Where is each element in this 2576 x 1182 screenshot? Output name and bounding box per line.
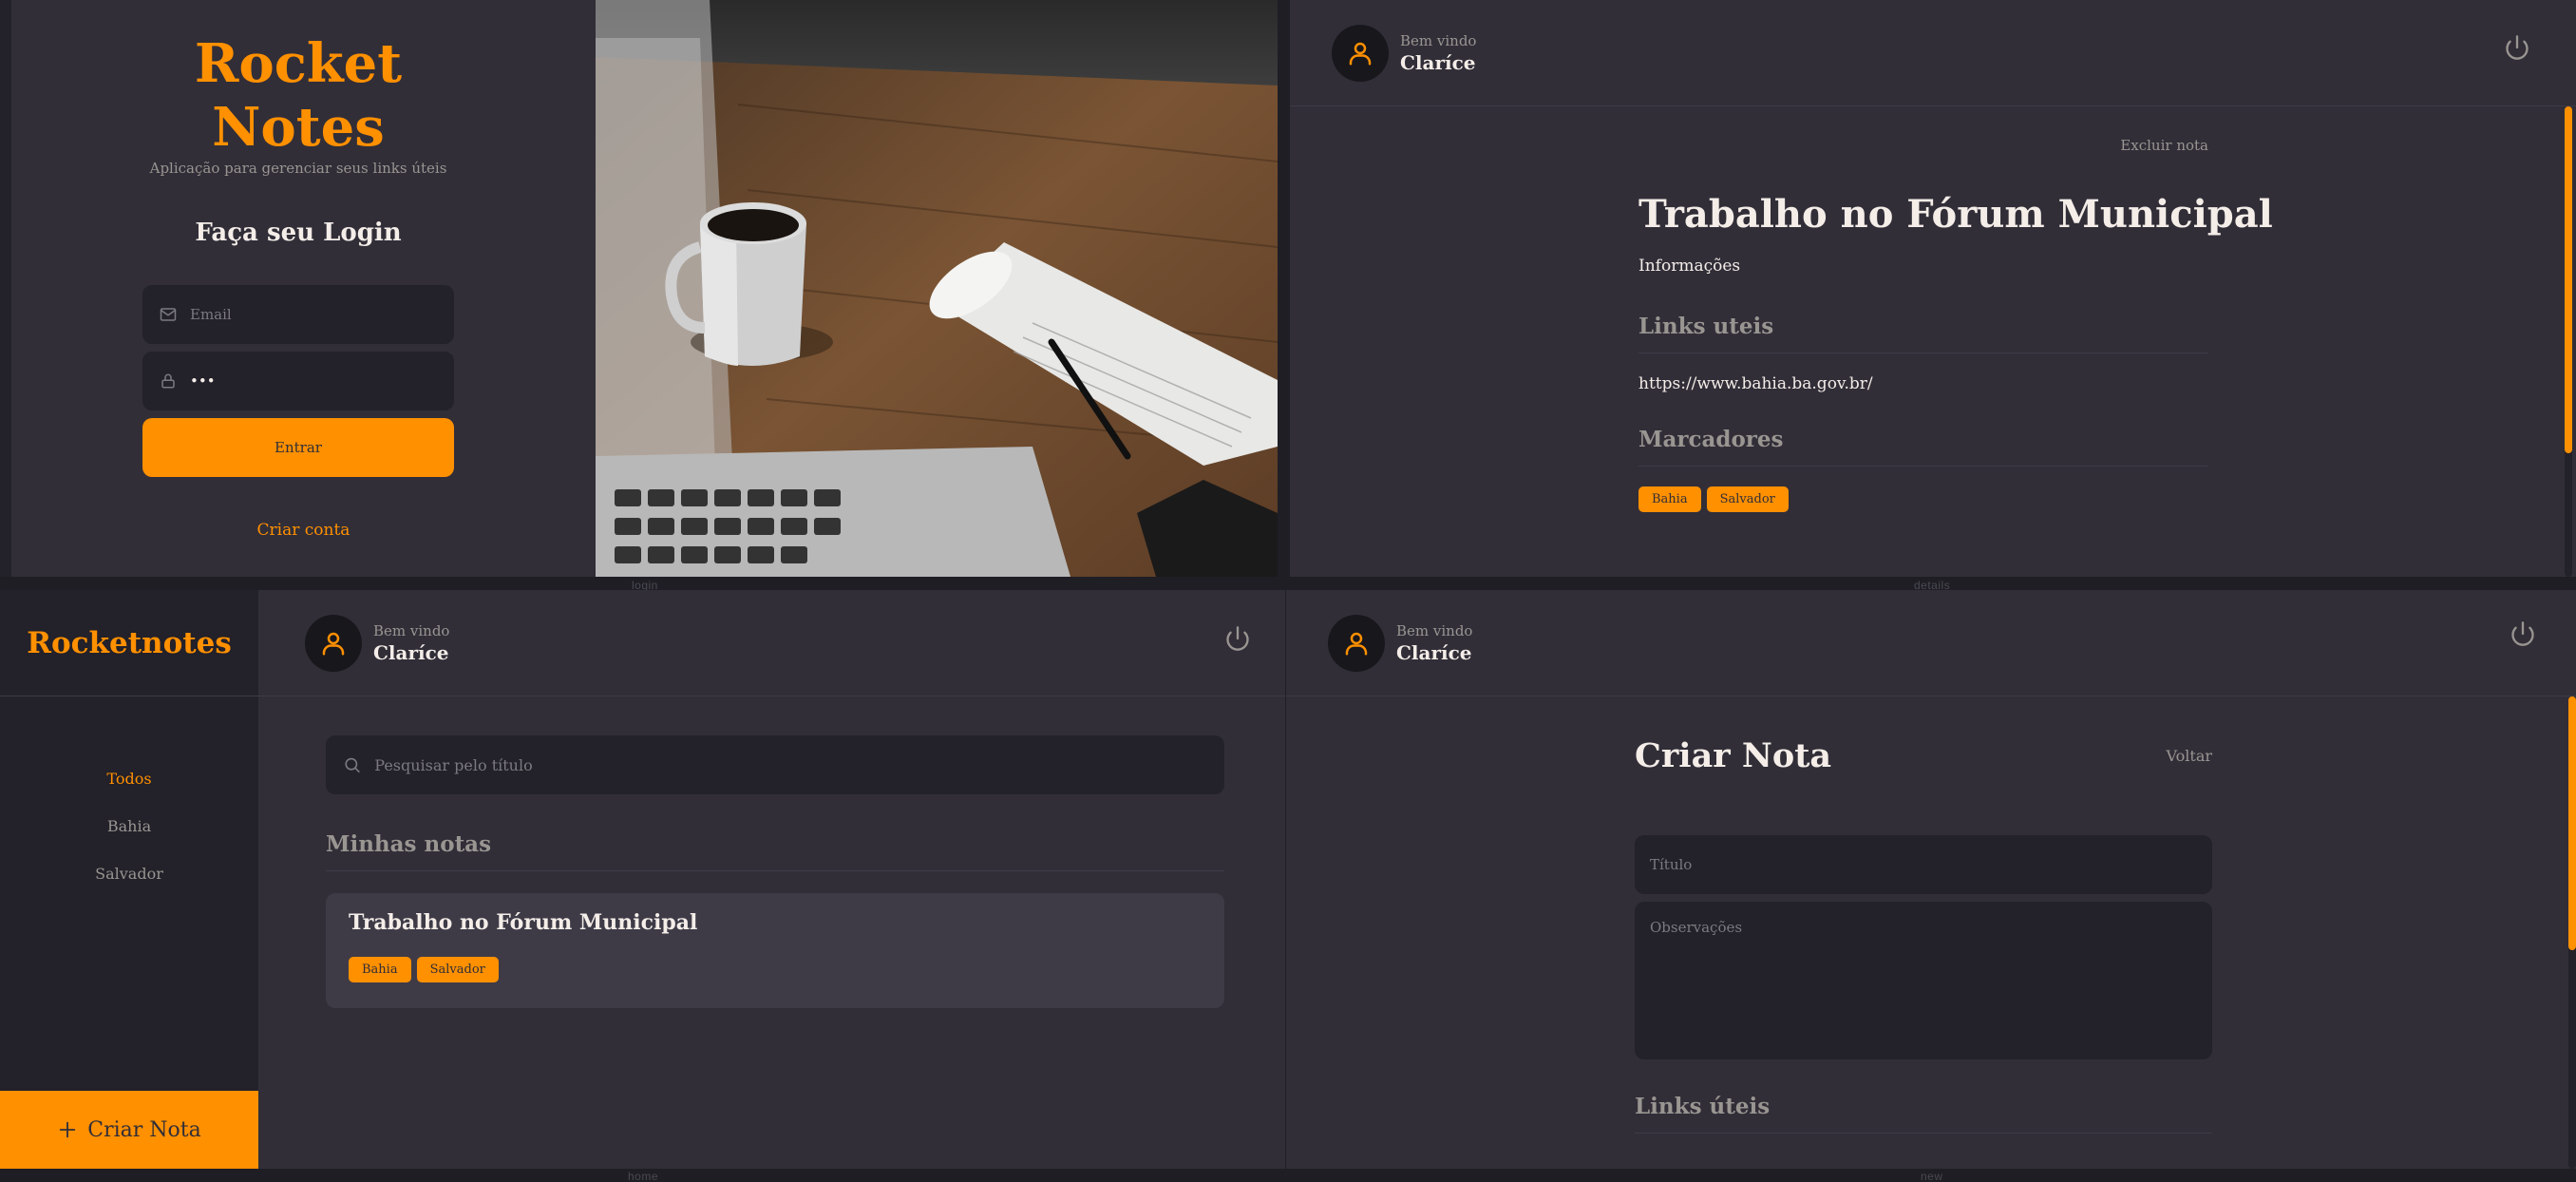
user-icon (1349, 42, 1372, 65)
page-title: Criar Nota (1635, 736, 1832, 775)
home-screen: Rocketnotes Bem vindo Claríce Todos Bahi… (0, 590, 1285, 1169)
user-icon (1345, 632, 1368, 655)
welcome-text: Bem vindo (373, 621, 450, 639)
back-link[interactable]: Voltar (2167, 747, 2212, 765)
mail-icon (160, 308, 177, 322)
app-header: Bem vindo Claríce (1286, 590, 2576, 696)
app-tagline: Aplicação para gerenciar seus links útei… (149, 160, 447, 178)
menu-item-bahia[interactable]: Bahia (0, 817, 258, 835)
welcome-text: Bem vindo (1396, 621, 1473, 639)
delete-note-link[interactable]: Excluir nota (2120, 137, 2208, 154)
links-section-title: Links uteis (1638, 314, 2208, 353)
frame-label-home: home (628, 1170, 659, 1182)
email-input[interactable] (190, 306, 437, 324)
password-input[interactable] (190, 372, 437, 391)
user-name: Claríce (1396, 640, 1472, 664)
tag-list: Bahia Salvador (349, 957, 499, 982)
note-card-title: Trabalho no Fórum Municipal (349, 910, 698, 935)
tag: Salvador (1706, 486, 1789, 512)
note-title: Trabalho no Fórum Municipal (1638, 192, 2273, 237)
tag: Bahia (349, 957, 411, 982)
create-note-screen: Bem vindo Claríce Criar Nota Voltar Link… (1286, 590, 2576, 1169)
note-link[interactable]: https://www.bahia.ba.gov.br/ (1638, 374, 1873, 393)
power-icon[interactable] (2504, 34, 2530, 61)
menu-item-todos[interactable]: Todos (0, 770, 258, 788)
tag: Salvador (416, 957, 499, 982)
welcome-block: Bem vindo Claríce (1396, 622, 1472, 664)
create-account-link[interactable]: Criar conta (11, 521, 596, 540)
avatar[interactable] (1332, 24, 1389, 82)
note-card[interactable]: Trabalho no Fórum Municipal Bahia Salvad… (326, 893, 1224, 1008)
app-logo-title: Rocket Notes (194, 32, 403, 160)
brand-area: Rocketnotes (0, 590, 258, 696)
tag-filter-menu: Todos Bahia Salvador Criar Nota (0, 696, 258, 1169)
scrollbar[interactable] (2568, 696, 2576, 1169)
tag: Bahia (1638, 486, 1701, 512)
avatar[interactable] (1328, 614, 1385, 672)
create-note-button[interactable]: Criar Nota (0, 1091, 258, 1169)
create-note-label: Criar Nota (87, 1117, 201, 1142)
user-name: Claríce (1400, 50, 1476, 74)
scrollbar[interactable] (2565, 106, 2572, 577)
login-heading: Faça seu Login (195, 219, 402, 248)
login-screen: Rocket Notes Aplicação para gerenciar se… (0, 0, 1278, 577)
search-icon (345, 757, 360, 773)
observations-textarea[interactable] (1635, 902, 2212, 1059)
app-logo-title: Rocketnotes (27, 625, 232, 660)
note-details-screen: Bem vindo Claríce Excluir nota Trabalho … (1290, 0, 2576, 577)
app-header: Bem vindo Claríce (258, 590, 1285, 696)
scrollbar-thumb[interactable] (2568, 696, 2576, 950)
links-section-title: Links úteis (1635, 1094, 2212, 1134)
login-submit-button[interactable]: Entrar (142, 418, 454, 478)
password-field[interactable] (142, 352, 454, 411)
search-field[interactable] (326, 735, 1224, 794)
welcome-block: Bem vindo Claríce (373, 622, 449, 664)
welcome-block: Bem vindo Claríce (1400, 32, 1476, 74)
search-input[interactable] (374, 755, 1207, 774)
user-icon (322, 632, 345, 655)
power-icon[interactable] (2510, 620, 2536, 647)
plus-icon (60, 1121, 76, 1138)
login-form: Rocket Notes Aplicação para gerenciar se… (142, 0, 454, 478)
welcome-text: Bem vindo (1400, 31, 1477, 49)
login-form-area: Rocket Notes Aplicação para gerenciar se… (11, 0, 596, 577)
tags-section-title: Marcadores (1638, 427, 2208, 467)
scrollbar-thumb[interactable] (2565, 106, 2572, 453)
title-input[interactable] (1635, 835, 2212, 894)
app-header: Bem vindo Claríce (1290, 0, 2576, 106)
desk-photo-illustration (596, 0, 1278, 577)
notes-section-title: Minhas notas (326, 831, 1224, 871)
lock-icon (161, 373, 175, 389)
note-description: Informações (1638, 257, 1741, 276)
tag-list: Bahia Salvador (1638, 486, 1789, 512)
menu-item-salvador[interactable]: Salvador (0, 865, 258, 883)
frame-label-new: new (1921, 1170, 1943, 1182)
power-icon[interactable] (1224, 625, 1251, 652)
avatar[interactable] (305, 614, 362, 672)
background-photo (596, 0, 1278, 577)
email-field[interactable] (142, 285, 454, 345)
user-name: Claríce (373, 640, 449, 664)
